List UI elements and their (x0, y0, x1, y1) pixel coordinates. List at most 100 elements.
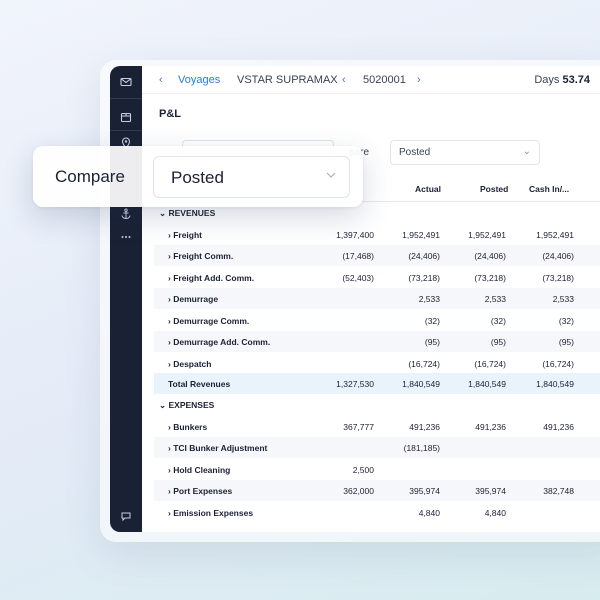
table-row[interactable]: › Bunkers 367,777 491,236 491,236 491,236 (154, 416, 600, 437)
row-label: TCI Bunker Adjustment (173, 443, 268, 453)
cell-actual: 2,533 (418, 294, 440, 304)
cell-estimated: 362,000 (343, 486, 374, 496)
row-label: Port Expenses (173, 486, 233, 496)
row-label: Freight (173, 229, 203, 240)
row-label: Demurrage Comm. (173, 315, 250, 326)
compare-select-value: Posted (399, 147, 431, 158)
cell-actual: 395,974 (409, 486, 440, 496)
box-icon[interactable] (118, 109, 134, 125)
cell-actual: (24,406) (408, 251, 440, 261)
row-expand-label[interactable]: › Freight Comm. (168, 251, 233, 261)
compare-popup-label: Compare (55, 167, 125, 186)
next-voyage-icon[interactable]: › (417, 74, 421, 86)
page-title: P&L (159, 108, 181, 120)
mail-icon[interactable] (118, 74, 134, 90)
row-label: Emission Expenses (173, 507, 254, 518)
row-label: Demurrage (173, 294, 219, 304)
row-expand-label[interactable]: › Freight Add. Comm. (168, 273, 254, 283)
table-row[interactable]: › Freight Comm. (17,468) (24,406) (24,406) (… (154, 245, 600, 266)
cell-estimated: (52,403) (342, 272, 374, 283)
table-row[interactable]: › Despatch (16,724) (16,724) (16,724) (154, 353, 600, 374)
cell-posted: (95) (490, 337, 506, 347)
row-label: Demurrage Add. Comm. (173, 337, 271, 347)
back-chevron-icon[interactable]: ‹ (159, 74, 163, 86)
chevron-down-icon: ⌄ (522, 146, 531, 157)
anchor-icon[interactable] (118, 206, 134, 222)
row-expand-label[interactable]: › Emission Expenses (168, 508, 253, 518)
section-header-expenses[interactable]: ⌄ EXPENSES (154, 394, 600, 415)
cell-estimated: 2,500 (352, 464, 374, 475)
cell-posted: (32) (490, 315, 506, 326)
cell-posted: (16,724) (474, 358, 506, 369)
cell-cash-in: 1,952,491 (536, 229, 574, 240)
row-label: Despatch (173, 358, 212, 369)
row-expand-label[interactable]: › TCI Bunker Adjustment (168, 443, 267, 453)
column-header-cash-in[interactable]: Cash In/... (529, 184, 569, 194)
row-expand-label[interactable]: › Freight (168, 230, 202, 240)
column-header-actual[interactable]: Actual (415, 184, 441, 194)
cell-cash-in: (95) (558, 337, 574, 347)
days-label: Days (534, 74, 560, 86)
chat-icon[interactable] (118, 508, 134, 524)
app-window: ‹ Voyages VSTAR SUPRAMAX ‹ 5020001 › Day… (110, 66, 600, 532)
row-label: Total Revenues (168, 379, 231, 389)
table-row[interactable]: › Freight Add. Comm. (52,403) (73,218) (73,… (154, 267, 600, 288)
breadcrumb-voyages-link[interactable]: Voyages (178, 74, 220, 86)
table-row[interactable]: › Demurrage Add. Comm. (95) (95) (95) (154, 331, 600, 352)
cell-actual: (32) (424, 315, 440, 326)
row-expand-label[interactable]: › Port Expenses (168, 486, 232, 496)
cell-posted: 4,840 (484, 507, 506, 518)
sidebar (110, 66, 142, 532)
cell-actual: (181,185) (403, 443, 440, 453)
table-row[interactable]: › Demurrage 2,533 2,533 2,533 (154, 288, 600, 309)
cell-cash-in: (24,406) (542, 251, 574, 261)
voyage-number: 5020001 (363, 74, 406, 86)
sidebar-divider (110, 130, 142, 131)
cell-posted: (24,406) (474, 251, 506, 261)
table-row[interactable]: › Freight 1,397,400 1,952,491 1,952,491 1,95… (154, 224, 600, 245)
cell-actual: 491,236 (409, 421, 440, 432)
cell-cash-in: (73,218) (542, 272, 574, 283)
cell-cash-in: 382,748 (543, 486, 574, 496)
cell-estimated: (17,468) (342, 251, 374, 261)
cell-actual: (16,724) (408, 358, 440, 369)
cell-actual: 4,840 (418, 507, 440, 518)
cell-cash-in: 2,533 (552, 294, 574, 304)
cell-estimated: 1,327,530 (336, 379, 374, 389)
cell-cash-in: 1,840,549 (536, 379, 574, 389)
compare-popup-select[interactable]: Posted (153, 156, 350, 198)
section-label-expenses: ⌄ EXPENSES (159, 400, 215, 410)
compare-popup: Compare Posted (33, 146, 363, 207)
table-row[interactable]: › Hold Cleaning 2,500 (154, 459, 600, 480)
row-expand-label[interactable]: › Bunkers (168, 422, 207, 432)
compare-select[interactable]: Posted ⌄ (390, 140, 540, 165)
column-header-posted[interactable]: Posted (480, 184, 508, 194)
cell-posted: 1,840,549 (468, 379, 506, 389)
cell-actual: 1,952,491 (402, 229, 440, 240)
row-label: Freight Comm. (173, 251, 234, 261)
cell-actual: 1,840,549 (402, 379, 440, 389)
sidebar-divider (110, 98, 142, 99)
table-row[interactable]: › TCI Bunker Adjustment (181,185) (154, 437, 600, 458)
row-label: Hold Cleaning (173, 464, 231, 475)
cell-estimated: 1,397,400 (336, 229, 374, 240)
row-expand-label[interactable]: › Demurrage Comm. (168, 316, 249, 326)
row-expand-label[interactable]: › Demurrage (168, 294, 218, 304)
table-row[interactable]: › Emission Expenses 4,840 4,840 (154, 502, 600, 523)
breadcrumb-vessel-name: VSTAR SUPRAMAX (237, 74, 338, 86)
more-dots-icon[interactable] (118, 229, 134, 245)
table-row[interactable]: › Port Expenses 362,000 395,974 395,974 382,… (154, 480, 600, 501)
row-expand-label[interactable]: › Demurrage Add. Comm. (168, 337, 270, 347)
cell-estimated: 367,777 (343, 421, 374, 432)
row-label: Freight Add. Comm. (173, 272, 255, 283)
days-indicator: Days 53.74 (534, 74, 590, 86)
days-value: 53.74 (562, 74, 590, 86)
table-row[interactable]: › Demurrage Comm. (32) (32) (32) (154, 310, 600, 331)
row-expand-label[interactable]: › Hold Cleaning (168, 465, 230, 475)
row-label: Bunkers (173, 421, 208, 432)
cell-posted: 491,236 (475, 421, 506, 432)
row-expand-label[interactable]: › Despatch (168, 359, 211, 369)
cell-actual: (95) (424, 337, 440, 347)
cell-posted: 395,974 (475, 486, 506, 496)
prev-voyage-icon[interactable]: ‹ (342, 74, 346, 86)
